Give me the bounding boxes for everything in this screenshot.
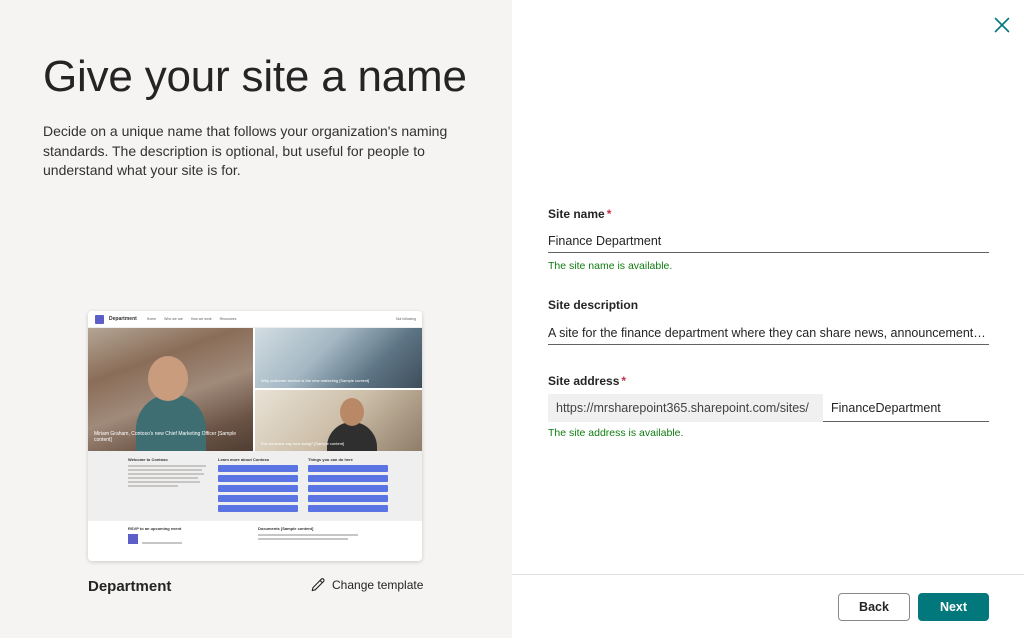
site-description-value: A site for the finance department where …: [548, 325, 989, 340]
preview-things-title: Things you can do here: [308, 457, 353, 462]
preview-nav-item: Who we are: [164, 317, 183, 321]
preview-hero-main-caption: Miriam Graham, Contoso's new Chief Marke…: [94, 431, 237, 443]
site-name-status: The site name is available.: [548, 260, 673, 272]
left-pane: Give your site a name Decide on a unique…: [0, 0, 512, 638]
close-button[interactable]: [990, 13, 1014, 37]
preview-rsvp-title: RSVP to an upcoming event: [128, 526, 182, 531]
preview-learn-title: Learn more about Contoso: [218, 457, 270, 462]
site-description-input[interactable]: A site for the finance department where …: [548, 321, 989, 345]
site-address-input[interactable]: FinanceDepartment: [823, 394, 989, 422]
site-address-value: FinanceDepartment: [831, 400, 941, 415]
pencil-icon: [311, 578, 325, 592]
page-description: Decide on a unique name that follows you…: [43, 123, 448, 178]
preview-hero-bottom-caption: Did someone say new swag? [Sample conten…: [261, 441, 345, 446]
site-address-prefix: https://mrsharepoint365.sharepoint.com/s…: [548, 394, 823, 422]
preview-header: Department Home Who we are How we work R…: [88, 311, 422, 328]
preview-hero-top-image: Why customer service is the new marketin…: [255, 328, 422, 388]
preview-bottom-section: RSVP to an upcoming event Documents [Sam…: [88, 521, 422, 561]
site-address-label: Site address *: [548, 374, 627, 388]
footer-divider: [512, 574, 1024, 575]
close-icon: [994, 17, 1010, 33]
preview-documents-title: Documents [Sample content]: [258, 526, 314, 531]
site-name-value: Finance Department: [548, 233, 662, 248]
preview-nav: Home Who we are How we work Resources: [147, 317, 237, 321]
page-title: Give your site a name: [43, 52, 467, 101]
site-address-status: The site address is available.: [548, 427, 684, 439]
site-description-label: Site description: [548, 298, 639, 312]
preview-follow: Not following: [395, 317, 416, 321]
required-marker: *: [621, 374, 627, 388]
preview-hero: Miriam Graham, Contoso's new Chief Marke…: [88, 328, 422, 451]
site-name-label: Site name *: [548, 207, 612, 221]
template-name: Department: [88, 578, 172, 595]
change-template-label: Change template: [332, 578, 424, 592]
preview-hero-bottom-image: Did someone say new swag? [Sample conten…: [255, 390, 422, 451]
preview-site-name: Department: [109, 316, 137, 322]
preview-nav-item: How we work: [190, 317, 212, 321]
preview-hero-main-image: Miriam Graham, Contoso's new Chief Marke…: [88, 328, 253, 451]
preview-middle-section: Welcome to Contoso Learn more about Cont…: [88, 451, 422, 521]
back-button[interactable]: Back: [838, 593, 910, 621]
preview-nav-item: Resources: [219, 317, 237, 321]
required-marker: *: [606, 207, 612, 221]
preview-logo: [95, 314, 104, 324]
right-pane: Site name * Finance Department The site n…: [512, 0, 1024, 638]
preview-nav-item: Home: [146, 317, 157, 321]
preview-hero-top-caption: Why customer service is the new marketin…: [261, 378, 370, 383]
template-preview: Department Home Who we are How we work R…: [88, 311, 422, 561]
change-template-button[interactable]: Change template: [310, 577, 423, 593]
next-button[interactable]: Next: [918, 593, 989, 621]
site-name-input[interactable]: Finance Department: [548, 229, 989, 253]
preview-welcome-title: Welcome to Contoso: [128, 457, 168, 462]
